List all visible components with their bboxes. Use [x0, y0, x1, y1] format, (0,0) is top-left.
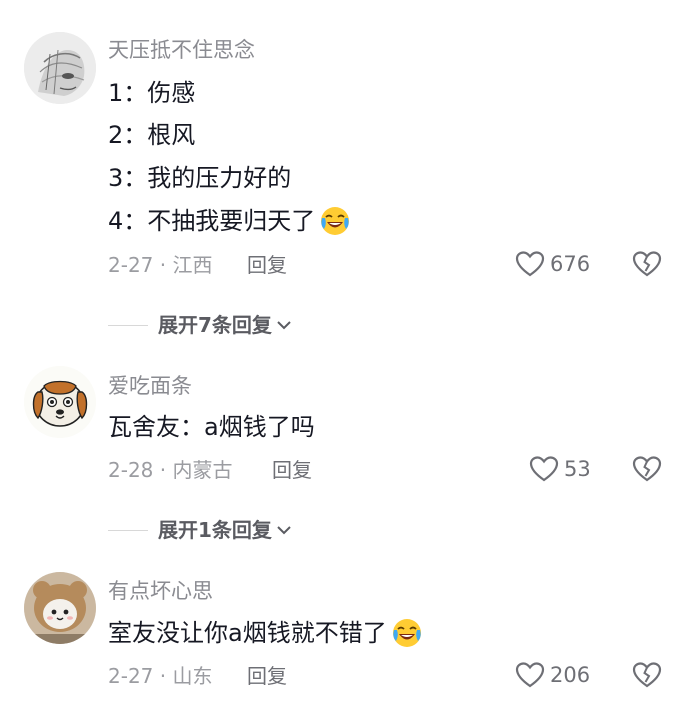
expand-replies-label: 展开7条回复: [158, 313, 272, 337]
comment-text-line: 4：不抽我要归天了: [108, 205, 351, 237]
comment-text-line: 瓦舍友：a烟钱了吗: [108, 413, 315, 441]
comment-date-location: 2-28 · 内蒙古: [108, 458, 233, 482]
comment-text-line: 1：伤感: [108, 79, 196, 107]
heart-icon: [529, 456, 559, 482]
username[interactable]: 有点坏心思: [108, 578, 213, 604]
like-button[interactable]: 206: [515, 661, 590, 689]
like-count: 206: [550, 663, 591, 687]
divider: [108, 529, 148, 531]
expand-replies-button[interactable]: 展开7条回复: [108, 312, 293, 338]
expand-replies-label: 展开1条回复: [158, 518, 272, 542]
like-button[interactable]: 676: [515, 250, 590, 278]
comment-text-line: 3：我的压力好的: [108, 164, 292, 192]
comment-date-location: 2-27 · 山东: [108, 664, 213, 688]
reply-button[interactable]: 回复: [247, 663, 287, 689]
divider: [108, 324, 148, 326]
heart-icon: [515, 251, 545, 277]
reply-button[interactable]: 回复: [272, 457, 312, 483]
like-button[interactable]: 53: [529, 455, 591, 483]
laugh-cry-emoji-icon: [321, 207, 350, 235]
comment-date-location: 2-27 · 江西: [108, 253, 213, 277]
chevron-down-icon: [277, 321, 291, 330]
heart-icon: [515, 662, 545, 688]
username[interactable]: 天压抵不住思念: [108, 37, 255, 63]
expand-replies-button[interactable]: 展开1条回复: [108, 517, 293, 543]
laugh-cry-emoji-icon: [392, 619, 421, 647]
sketch-portrait-avatar-icon: [24, 32, 96, 104]
username[interactable]: 爱吃面条: [108, 373, 192, 399]
beagle-dog-avatar-icon: [24, 366, 96, 438]
user-avatar[interactable]: [24, 572, 96, 644]
cat-costume-avatar-icon: [24, 572, 96, 644]
user-avatar[interactable]: [24, 366, 96, 438]
chevron-down-icon: [277, 526, 291, 535]
broken-heart-icon[interactable]: [632, 250, 662, 278]
broken-heart-icon[interactable]: [632, 455, 662, 483]
comment-text-line: 室友没让你a烟钱就不错了: [108, 617, 423, 649]
comment-text-line: 2：根风: [108, 121, 196, 149]
like-count: 53: [564, 457, 591, 481]
reply-button[interactable]: 回复: [247, 252, 287, 278]
like-count: 676: [550, 252, 591, 276]
broken-heart-icon[interactable]: [632, 661, 662, 689]
user-avatar[interactable]: [24, 32, 96, 104]
